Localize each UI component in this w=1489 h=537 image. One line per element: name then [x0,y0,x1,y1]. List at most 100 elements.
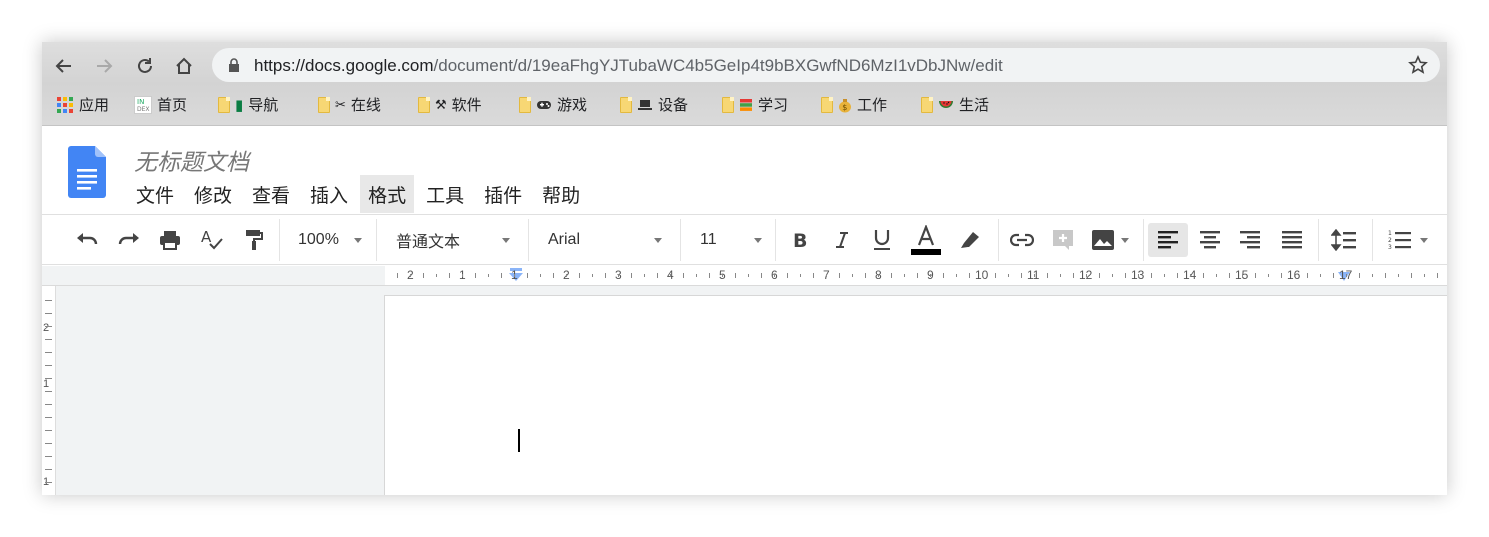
ruler-tick [1099,273,1100,278]
ruler-tick [1411,273,1412,278]
bookmark-folder-work[interactable]: $ 工作 [821,94,887,115]
ruler-tick [45,300,52,301]
books-icon [740,98,752,111]
ruler-tick [1424,274,1425,277]
italic-button[interactable] [828,223,856,257]
print-button[interactable] [155,223,185,257]
highlight-color-button[interactable] [954,223,986,257]
address-bar[interactable]: https://docs.google.com/document/d/19eaF… [212,48,1440,82]
text-color-icon [911,225,941,255]
hammer-icon: ⚒ [435,96,447,112]
insert-link-button[interactable] [1006,223,1038,257]
ruler-tick [566,274,567,277]
align-left-button[interactable] [1148,223,1188,257]
line-spacing-icon [1331,229,1356,251]
text-color-button[interactable] [908,223,944,257]
home-button[interactable] [170,52,198,80]
ruler-tick [1359,273,1360,278]
menu-format[interactable]: 格式 [360,175,415,213]
spellcheck-button[interactable]: A [197,223,227,257]
bookmark-folder-games[interactable]: 游戏 [519,94,587,115]
ruler-tick [865,273,866,278]
font-size-select[interactable]: 11 [700,223,762,257]
caret-down-icon [1121,237,1129,243]
watermelon-icon [939,100,953,108]
bookmark-folder-software[interactable]: ⚒ 软件 [418,94,482,115]
ruler-tick [878,274,879,277]
underline-button[interactable] [868,223,896,257]
menu-view[interactable]: 查看 [244,175,298,213]
menu-addons[interactable]: 插件 [476,175,530,213]
reload-button[interactable] [131,52,159,80]
vertical-ruler[interactable]: 211 [42,286,56,495]
ruler-tick [1073,273,1074,278]
caret-down-icon [502,238,510,243]
align-center-button[interactable] [1192,223,1228,257]
star-icon[interactable] [1408,55,1428,75]
font-family-select[interactable]: Arial [548,223,662,257]
justify-button[interactable] [1274,223,1310,257]
folder-icon [722,96,734,113]
docs-logo-icon[interactable] [68,146,106,198]
line-spacing-button[interactable] [1326,223,1362,257]
bookmark-folder-nav[interactable]: ▮ 导航 [218,94,278,115]
ruler-tick [1346,274,1347,277]
horizontal-ruler[interactable]: 211234567891011121314151617 [385,266,1447,285]
toolbar-divider [998,219,999,261]
comment-add-icon [1053,230,1073,250]
document-title[interactable]: 无标题文档 [134,143,249,177]
menu-edit[interactable]: 修改 [186,175,240,213]
back-button[interactable] [50,52,78,80]
menu-tools[interactable]: 工具 [418,175,472,213]
bookmark-apps[interactable]: 应用 [56,94,109,115]
ruler-tick [956,274,957,277]
bold-icon: B [793,231,807,249]
bold-button[interactable]: B [786,223,814,257]
link-icon [1010,233,1034,247]
bookmark-folder-devices[interactable]: 设备 [620,94,688,115]
horizontal-ruler-row: 211234567891011121314151617 [42,266,1447,286]
insert-image-button[interactable] [1088,223,1132,257]
ruler-tick [748,274,749,277]
ruler-tick [696,274,697,277]
toolbar-divider [1372,219,1373,261]
bookmark-folder-life[interactable]: 生活 [921,94,989,115]
svg-text:IN: IN [137,98,144,106]
numbered-list-icon: 123 [1388,230,1411,251]
align-justify-icon [1282,231,1302,249]
bookmark-folder-study[interactable]: 学习 [722,94,788,115]
forward-button[interactable] [90,52,118,80]
undo-button[interactable] [72,223,102,257]
align-right-button[interactable] [1232,223,1268,257]
url-text[interactable]: https://docs.google.com/document/d/19eaF… [254,56,1003,76]
docs-header: 无标题文档 文件 修改 查看 插入 格式 工具 插件 帮助 [42,127,1447,215]
ruler-tick [553,273,554,278]
bookmark-home[interactable]: IN DEX 首页 [134,94,187,115]
document-page[interactable] [385,296,1447,495]
numbered-list-button[interactable]: 123 [1382,223,1434,257]
folder-icon [821,96,833,113]
toolbar-divider [775,219,776,261]
ruler-tick [904,274,905,277]
redo-button[interactable] [114,223,144,257]
bookmark-folder-online[interactable]: ✂ 在线 [318,94,381,115]
zoom-select[interactable]: 100% [298,223,362,257]
menu-insert[interactable]: 插入 [302,175,356,213]
ruler-tick [1021,273,1022,278]
folder-icon [218,96,230,113]
ruler-tick [1008,274,1009,277]
ruler-tick [462,274,463,277]
spellcheck-icon: A [201,229,223,250]
bookmark-label: 学习 [758,97,789,114]
ruler-tick [813,273,814,278]
bookmark-label: 在线 [350,97,381,114]
caret-down-icon [354,238,362,243]
menu-file[interactable]: 文件 [128,175,182,213]
menu-help[interactable]: 帮助 [534,175,588,213]
add-comment-button[interactable] [1048,223,1078,257]
paragraph-style-select[interactable]: 普通文本 [396,223,510,257]
arrow-left-icon [55,59,71,73]
toolbar-divider [1143,219,1144,261]
paint-format-button[interactable] [239,223,269,257]
toolbar-divider [528,219,529,261]
